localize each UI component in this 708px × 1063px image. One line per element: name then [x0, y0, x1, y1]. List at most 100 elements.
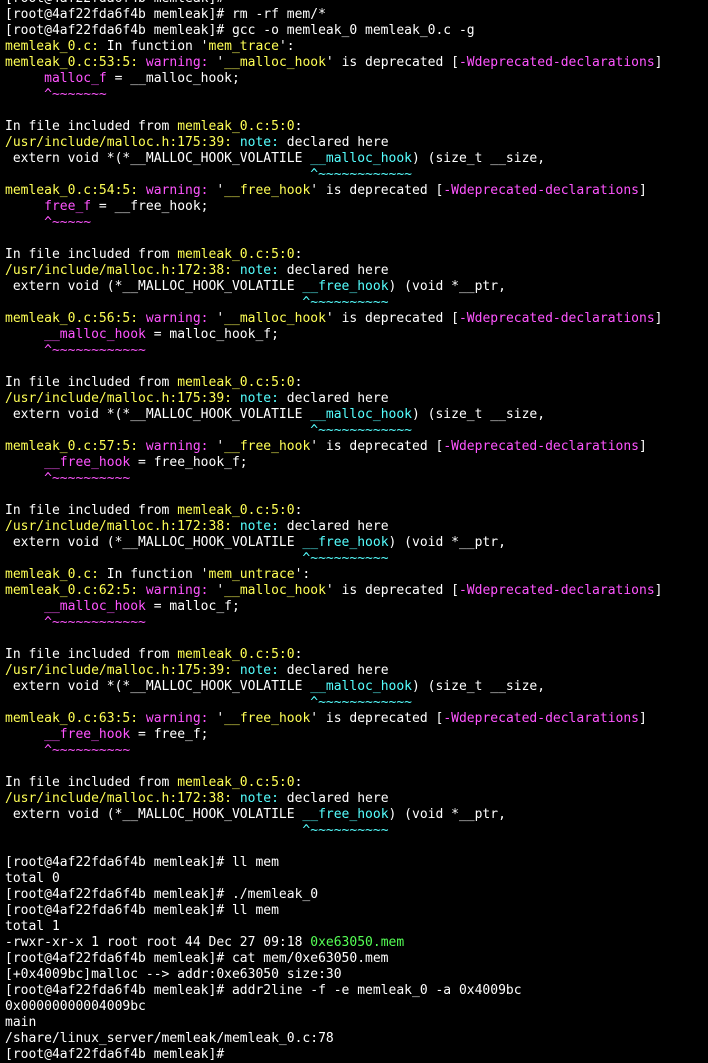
terminal-output[interactable]: [root@4af22fda6f4b memleak]# [root@4af22…: [5, 0, 705, 1063]
terminal-text-segment: main: [5, 1015, 37, 1030]
terminal-line: 0x00000000004009bc: [5, 999, 705, 1015]
terminal-highlight-yellow-segment: memleak_0.c:5:0: [177, 647, 295, 662]
terminal-line: /usr/include/malloc.h:175:39: note: decl…: [5, 135, 705, 151]
terminal-text-segment: declared here: [278, 519, 389, 534]
terminal-highlight-yellow-segment: mem_untrace: [208, 567, 295, 582]
terminal-line: total 0: [5, 871, 705, 887]
terminal-text-segment: extern void (*__MALLOC_HOOK_VOLATILE: [5, 535, 303, 550]
terminal-text-segment: ]: [654, 311, 663, 326]
terminal-highlight-magenta-segment: ^~~~~~~~~~~~~: [44, 343, 146, 358]
terminal-text-segment: -rwxr-xr-x 1 root root 44 Dec 27 09:18: [5, 935, 311, 950]
terminal-highlight-yellow-segment: /usr/include/malloc.h:172:38:: [5, 519, 232, 534]
terminal-text-segment: :: [294, 375, 303, 390]
terminal-text-segment: [root@4af22fda6f4b memleak]# rm -rf mem/…: [5, 7, 326, 22]
terminal-highlight-yellow-segment: mem_trace: [208, 39, 279, 54]
terminal-line: ^~~~~~~~~~~~~: [5, 423, 705, 439]
terminal-highlight-cyan-segment: ^~~~~~~~~~~: [302, 823, 389, 838]
terminal-text-segment: declared here: [278, 391, 389, 406]
terminal-text-segment: [root@4af22fda6f4b memleak]# addr2line -…: [5, 983, 522, 998]
terminal-highlight-magenta-segment: -Wdeprecated-declarations: [443, 439, 639, 454]
terminal-line: [root@4af22fda6f4b memleak]#: [5, 1047, 705, 1063]
terminal-text-segment: ': [208, 183, 225, 198]
terminal-text-segment: ' is deprecated [: [310, 711, 444, 726]
terminal-text-segment: [root@4af22fda6f4b memleak]# gcc -o meml…: [5, 23, 475, 38]
terminal-line: memleak_0.c:57:5: warning: '__free_hook'…: [5, 439, 705, 455]
terminal-text-segment: [root@4af22fda6f4b memleak]# ll mem: [5, 903, 279, 918]
terminal-line: ^~~~~~~~~~~: [5, 551, 705, 567]
terminal-highlight-cyan-segment: note:: [239, 663, 279, 678]
terminal-line: In file included from memleak_0.c:5:0:: [5, 647, 705, 663]
terminal-highlight-magenta-segment: warning:: [145, 439, 209, 454]
terminal-line: In file included from memleak_0.c:5:0:: [5, 375, 705, 391]
terminal-text-segment: = __malloc_hook;: [106, 71, 240, 86]
terminal-text-segment: :: [294, 775, 303, 790]
terminal-highlight-magenta-segment: -Wdeprecated-declarations: [458, 55, 655, 70]
terminal-line: ^~~~~~~~: [5, 87, 705, 103]
terminal-text-segment: extern void *(*__MALLOC_HOOK_VOLATILE: [5, 151, 311, 166]
terminal-highlight-cyan-segment: __free_hook: [302, 279, 389, 294]
terminal-text-segment: ]: [639, 183, 647, 198]
terminal-highlight-yellow-segment: memleak_0.c:57:5:: [5, 439, 139, 454]
terminal-highlight-cyan-segment: __free_hook: [302, 807, 389, 822]
terminal-text-segment: ) (void *__ptr,: [388, 279, 506, 294]
terminal-line: memleak_0.c:63:5: warning: '__free_hook'…: [5, 711, 705, 727]
terminal-text-segment: ': [208, 583, 225, 598]
terminal-highlight-cyan-segment: __malloc_hook: [310, 407, 412, 422]
terminal-highlight-magenta-segment: -Wdeprecated-declarations: [458, 311, 655, 326]
terminal-highlight-magenta-segment: warning:: [145, 55, 209, 70]
terminal-highlight-magenta-segment: __free_hook: [44, 727, 131, 742]
terminal-line: In file included from memleak_0.c:5:0:: [5, 775, 705, 791]
terminal-highlight-magenta-segment: ^~~~~~~~: [44, 87, 107, 102]
terminal-text-segment: [+0x4009bc]malloc --> addr:0xe63050 size…: [5, 967, 342, 982]
terminal-highlight-cyan-segment: __malloc_hook: [310, 151, 412, 166]
terminal-line: extern void (*__MALLOC_HOOK_VOLATILE __f…: [5, 535, 705, 551]
terminal-text-segment: = malloc_f;: [145, 599, 240, 614]
terminal-text-segment: ': [208, 311, 225, 326]
terminal-text-segment: ) (void *__ptr,: [388, 807, 506, 822]
terminal-text-segment: = free_f;: [130, 727, 209, 742]
terminal-text-segment: In file included from: [5, 775, 178, 790]
terminal-highlight-yellow-segment: memleak_0.c:5:0: [177, 375, 295, 390]
terminal-highlight-magenta-segment: -Wdeprecated-declarations: [443, 711, 639, 726]
terminal-text-segment: declared here: [278, 263, 389, 278]
terminal-highlight-yellow-segment: __malloc_hook: [224, 583, 326, 598]
terminal-text-segment: In file included from: [5, 503, 178, 518]
terminal-text-segment: extern void *(*__MALLOC_HOOK_VOLATILE: [5, 407, 311, 422]
terminal-highlight-magenta-segment: free_f: [44, 199, 92, 214]
terminal-highlight-magenta-segment: warning:: [145, 311, 209, 326]
terminal-text-segment: :: [294, 119, 303, 134]
terminal-highlight-cyan-segment: note:: [239, 391, 279, 406]
terminal-text-segment: ) (void *__ptr,: [388, 535, 506, 550]
terminal-text-segment: 0x00000000004009bc: [5, 999, 146, 1014]
terminal-line: memleak_0.c:53:5: warning: '__malloc_hoo…: [5, 55, 705, 71]
terminal-highlight-cyan-segment: note:: [239, 519, 279, 534]
terminal-line: /usr/include/malloc.h:172:38: note: decl…: [5, 791, 705, 807]
terminal-text-segment: [root@4af22fda6f4b memleak]# cat mem/0xe…: [5, 951, 389, 966]
terminal-text-segment: ' is deprecated [: [310, 439, 444, 454]
terminal-text-segment: [root@4af22fda6f4b memleak]# ./memleak_0: [5, 887, 319, 902]
terminal-highlight-yellow-segment: /usr/include/malloc.h:175:39:: [5, 663, 232, 678]
terminal-line: __free_hook = free_hook_f;: [5, 455, 705, 471]
terminal-highlight-yellow-segment: __free_hook: [224, 711, 311, 726]
terminal-highlight-yellow-segment: memleak_0.c:54:5:: [5, 183, 139, 198]
terminal-line: ^~~~~~: [5, 215, 705, 231]
terminal-highlight-yellow-segment: /usr/include/malloc.h:172:38:: [5, 791, 232, 806]
terminal-text-segment: :: [294, 247, 303, 262]
terminal-text-segment: total 1: [5, 919, 60, 934]
